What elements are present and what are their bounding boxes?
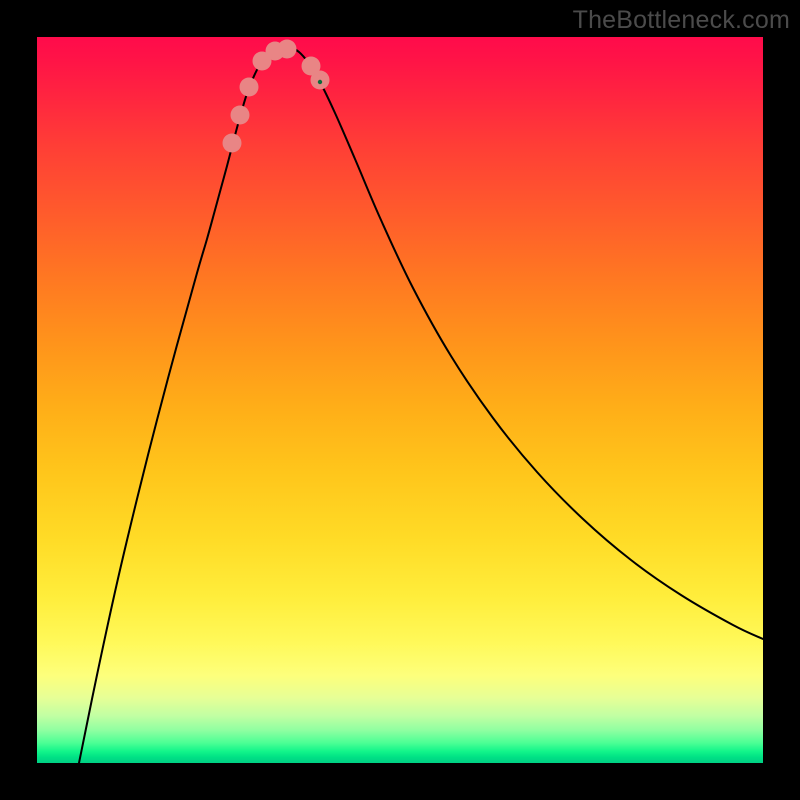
curve-group [79,47,763,763]
data-marker [278,40,297,59]
bottleneck-curve [79,47,763,763]
watermark-text: TheBottleneck.com [573,6,790,35]
data-marker [223,134,242,153]
data-marker [302,57,321,76]
marker-group [223,40,330,153]
data-marker-inner [318,80,322,84]
data-marker [231,106,250,125]
chart-frame: TheBottleneck.com [0,0,800,800]
plot-area [37,37,763,763]
data-marker [240,78,259,97]
chart-svg [37,37,763,763]
